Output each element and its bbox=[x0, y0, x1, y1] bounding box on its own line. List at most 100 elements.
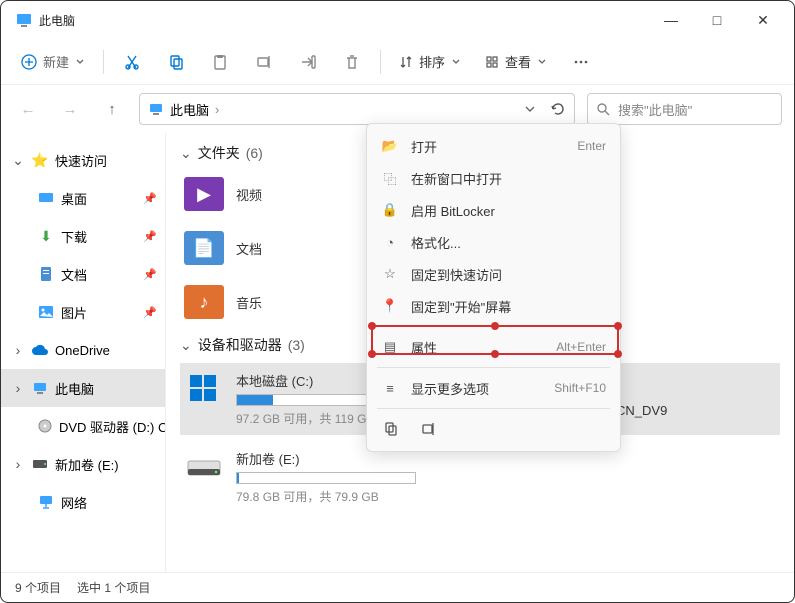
format-icon: ◔ bbox=[381, 235, 399, 250]
ctx-bitlocker[interactable]: 🔒 启用 BitLocker bbox=[367, 194, 620, 226]
divider bbox=[377, 408, 610, 409]
paste-icon[interactable] bbox=[200, 44, 240, 80]
pictures-icon bbox=[37, 303, 55, 321]
section-label: 设备和驱动器 bbox=[198, 335, 282, 355]
search-bar[interactable]: 搜索"此电脑" bbox=[587, 93, 782, 125]
chevron-right-icon[interactable]: › bbox=[11, 342, 25, 358]
ctx-format[interactable]: ◔ 格式化... bbox=[367, 226, 620, 258]
sidebar-quick-access[interactable]: ⌄ ⭐ 快速访问 bbox=[1, 141, 165, 179]
cloud-icon bbox=[31, 341, 49, 359]
copy-icon[interactable] bbox=[156, 44, 196, 80]
sidebar-label: 图片 bbox=[61, 303, 87, 322]
new-window-icon: ⿻ bbox=[381, 169, 399, 188]
share-icon[interactable] bbox=[288, 44, 328, 80]
ctx-shortcut: Alt+Enter bbox=[556, 340, 606, 354]
view-button[interactable]: 查看 bbox=[475, 44, 557, 80]
ctx-label: 启用 BitLocker bbox=[411, 201, 495, 220]
download-icon: ⬇ bbox=[37, 227, 55, 245]
documents-folder-icon: 📄 bbox=[184, 231, 224, 265]
chevron-right-icon[interactable]: › bbox=[11, 456, 25, 472]
sort-button[interactable]: 排序 bbox=[389, 44, 471, 80]
search-icon bbox=[596, 102, 610, 116]
divider bbox=[380, 50, 381, 74]
sidebar-documents[interactable]: 文档 📌 bbox=[1, 255, 165, 293]
sidebar-pictures[interactable]: 图片 📌 bbox=[1, 293, 165, 331]
sidebar-label: 文档 bbox=[61, 265, 87, 284]
folder-open-icon: 📂 bbox=[381, 138, 399, 154]
maximize-button[interactable]: □ bbox=[694, 4, 740, 36]
delete-icon[interactable] bbox=[332, 44, 372, 80]
status-item-count: 9 个项目 bbox=[15, 579, 61, 596]
search-placeholder: 搜索"此电脑" bbox=[618, 100, 692, 119]
chevron-down-icon: ⌄ bbox=[180, 145, 192, 162]
section-count: (3) bbox=[288, 337, 305, 353]
sidebar-label: 新加卷 (E:) bbox=[55, 455, 119, 474]
ctx-pin-quick-access[interactable]: ☆ 固定到快速访问 bbox=[367, 258, 620, 290]
sidebar-label: 下载 bbox=[61, 227, 87, 246]
folder-label: 视频 bbox=[236, 185, 262, 204]
pc-icon bbox=[15, 11, 33, 29]
new-button[interactable]: 新建 bbox=[11, 44, 95, 80]
sidebar-label: OneDrive bbox=[55, 343, 110, 358]
ctx-more-options[interactable]: ≡ 显示更多选项 Shift+F10 bbox=[367, 372, 620, 404]
ctx-open-new-window[interactable]: ⿻ 在新窗口中打开 bbox=[367, 162, 620, 194]
nav-up-button[interactable]: ↑ bbox=[97, 94, 127, 124]
document-icon bbox=[37, 265, 55, 283]
ctx-shortcut: Shift+F10 bbox=[554, 381, 606, 395]
rename-icon[interactable] bbox=[244, 44, 284, 80]
sidebar-dvd-drive[interactable]: DVD 驱动器 (D:) CCHA_X64FRE_ZH-CN_DV9 bbox=[1, 407, 165, 445]
sort-label: 排序 bbox=[419, 52, 445, 71]
ctx-label: 固定到快速访问 bbox=[411, 265, 502, 284]
more-options-icon: ≡ bbox=[381, 381, 399, 396]
chevron-down-icon[interactable] bbox=[524, 103, 536, 115]
copy-icon[interactable] bbox=[381, 419, 401, 439]
new-label: 新建 bbox=[43, 52, 69, 71]
sidebar-network[interactable]: 网络 bbox=[1, 483, 165, 521]
window-controls: — □ ✕ bbox=[648, 4, 786, 36]
disc-icon bbox=[37, 417, 53, 435]
drive-body: 新加卷 (E:) 79.8 GB 可用，共 79.9 GB bbox=[236, 449, 416, 505]
ctx-properties[interactable]: ▤ 属性 Alt+Enter bbox=[367, 331, 620, 363]
more-icon[interactable] bbox=[561, 44, 601, 80]
rename-icon[interactable] bbox=[419, 419, 439, 439]
lock-icon: 🔒 bbox=[381, 202, 399, 218]
section-label: 文件夹 bbox=[198, 143, 240, 163]
sidebar-downloads[interactable]: ⬇ 下载 📌 bbox=[1, 217, 165, 255]
cut-icon[interactable] bbox=[112, 44, 152, 80]
address-bar[interactable]: 此电脑 › bbox=[139, 93, 575, 125]
ctx-label: 固定到"开始"屏幕 bbox=[411, 297, 511, 316]
sidebar-label: 快速访问 bbox=[55, 151, 107, 170]
ctx-label: 属性 bbox=[411, 338, 437, 357]
sidebar-this-pc[interactable]: › 此电脑 bbox=[1, 369, 165, 407]
address-label: 此电脑 bbox=[170, 100, 209, 119]
ctx-icon-row bbox=[367, 413, 620, 445]
pin-icon: 📍 bbox=[381, 298, 399, 314]
sidebar-desktop[interactable]: 桌面 📌 bbox=[1, 179, 165, 217]
drive-icon bbox=[184, 449, 224, 485]
sidebar-onedrive[interactable]: › OneDrive bbox=[1, 331, 165, 369]
ctx-label: 格式化... bbox=[411, 233, 461, 252]
divider bbox=[103, 50, 104, 74]
folder-label: 音乐 bbox=[236, 293, 262, 312]
network-icon bbox=[37, 493, 55, 511]
sidebar-label: 此电脑 bbox=[55, 379, 94, 398]
chevron-right-icon[interactable]: › bbox=[11, 380, 25, 396]
pin-icon: 📌 bbox=[143, 306, 157, 319]
minimize-button[interactable]: — bbox=[648, 4, 694, 36]
nav-back-button[interactable]: ← bbox=[13, 94, 43, 124]
pin-icon: 📌 bbox=[143, 192, 157, 205]
refresh-icon[interactable] bbox=[550, 101, 566, 117]
chevron-down-icon: ⌄ bbox=[180, 337, 192, 354]
nav-forward-button[interactable]: → bbox=[55, 94, 85, 124]
address-sep: › bbox=[215, 102, 219, 117]
divider bbox=[377, 367, 610, 368]
ctx-open[interactable]: 📂 打开 Enter bbox=[367, 130, 620, 162]
ctx-label: 在新窗口中打开 bbox=[411, 169, 502, 188]
status-bar: 9 个项目 选中 1 个项目 bbox=[1, 572, 794, 602]
status-selected-count: 选中 1 个项目 bbox=[77, 579, 150, 596]
chevron-down-icon[interactable]: ⌄ bbox=[11, 152, 25, 169]
close-button[interactable]: ✕ bbox=[740, 4, 786, 36]
star-icon: ⭐ bbox=[31, 151, 49, 169]
sidebar-volume-e[interactable]: › 新加卷 (E:) bbox=[1, 445, 165, 483]
ctx-pin-start[interactable]: 📍 固定到"开始"屏幕 bbox=[367, 290, 620, 322]
